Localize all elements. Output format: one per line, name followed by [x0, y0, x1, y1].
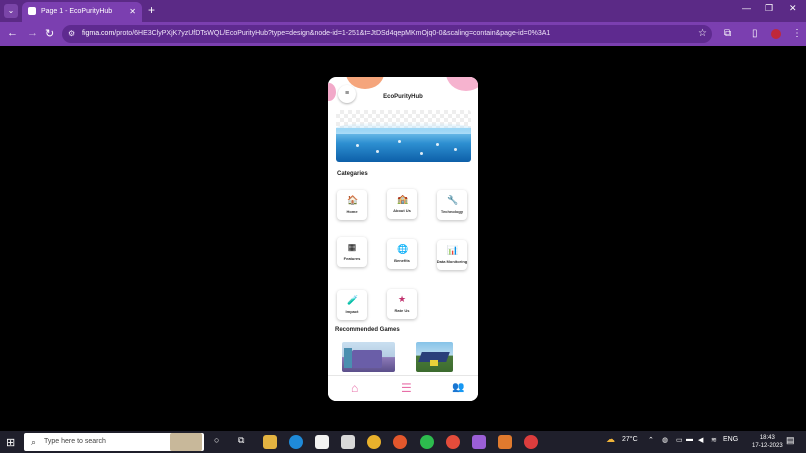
game-card-waste-truck[interactable] [342, 342, 395, 372]
category-label: Rate Us [394, 308, 410, 313]
wifi-icon[interactable]: ≋ [711, 436, 717, 444]
forward-button[interactable]: → [27, 27, 38, 39]
mail-icon[interactable] [341, 435, 355, 449]
side-panel-icon[interactable]: ▯ [752, 28, 758, 39]
categories-heading: Categaries [337, 171, 368, 177]
file-explorer-icon[interactable] [263, 435, 277, 449]
whatsapp-icon[interactable] [420, 435, 434, 449]
chrome-profile-icon[interactable] [446, 435, 460, 449]
category-about-us[interactable]: 🏫 About Us [387, 189, 417, 219]
category-label: About Us [393, 208, 411, 213]
globe-icon: 🌐 [397, 244, 409, 254]
school-icon: 🏫 [397, 194, 409, 204]
category-label: Benefits [394, 258, 410, 263]
category-label: Data Monitoring [436, 259, 468, 264]
volume-icon[interactable]: ◀ [698, 436, 703, 444]
temperature[interactable]: 27°C [622, 436, 638, 443]
kiosk-shape [430, 360, 438, 366]
category-features[interactable]: ▦ Features [337, 237, 367, 267]
category-label: Features [343, 256, 361, 261]
hero-water-image [336, 110, 471, 162]
restore-button[interactable]: ❐ [765, 3, 773, 14]
windows-start-icon[interactable]: ⊞ [6, 436, 15, 449]
bin-shape [344, 348, 352, 368]
home-nav-icon[interactable]: ⌂ [351, 381, 358, 395]
figma-favicon-icon [28, 7, 36, 16]
edge-icon[interactable] [289, 435, 303, 449]
category-data-monitoring[interactable]: 📊 Data Monitoring [437, 240, 467, 270]
category-label: Technology [440, 209, 464, 214]
category-benefits[interactable]: 🌐 Benefits [387, 239, 417, 269]
network-adapter-icon[interactable]: ▭ [676, 436, 683, 444]
language-indicator[interactable]: ENG [723, 436, 738, 443]
task-view-icon[interactable]: ⧉ [238, 435, 244, 446]
back-button[interactable]: ← [7, 27, 18, 39]
water-splash [336, 122, 471, 134]
clock-date: 17-12-2023 [752, 443, 783, 449]
taskbar-search-placeholder: Type here to search [44, 438, 106, 445]
chrome-menu-icon[interactable]: ⋮ [792, 28, 802, 39]
star-icon: ★ [397, 294, 407, 304]
tools-icon: 🔧 [447, 195, 459, 205]
category-label: Home [346, 209, 358, 214]
window-close-button[interactable]: ✕ [789, 3, 797, 14]
tab-title: Page 1 - EcoPurityHub [40, 8, 113, 15]
minimize-button[interactable]: — [742, 3, 751, 13]
bluetooth-icon[interactable]: ◍ [662, 436, 668, 444]
browser-tab[interactable]: Page 1 - EcoPurityHub ✕ [22, 2, 142, 22]
tab-close-icon[interactable]: ✕ [129, 2, 136, 22]
bottom-navigation: ⌂ ☰ 👥 [328, 375, 478, 401]
search-icon: ⌕ [31, 437, 37, 447]
search-highlight-image [170, 433, 202, 451]
grid-icon: ▦ [347, 242, 357, 252]
tray-chevron-icon[interactable]: ⌃ [648, 436, 654, 444]
users-nav-icon[interactable]: 👥 [452, 382, 464, 393]
clock-time: 18:43 [759, 435, 775, 441]
category-label: Impact [345, 309, 359, 314]
home-icon: 🏠 [347, 195, 359, 205]
new-tab-button[interactable]: + [148, 3, 155, 17]
battery-icon[interactable]: ▬ [686, 436, 693, 443]
prototype-phone-frame: ≡ EcoPurityHub Categaries 🏠 Home 🏫 About… [328, 77, 478, 401]
chart-icon: 📊 [447, 245, 459, 255]
media-app-icon[interactable] [472, 435, 486, 449]
address-bar[interactable]: ⚙ figma.com/proto/6HE3ClyPXjK7yzUfDTsWQL… [62, 25, 712, 43]
chrome-active-icon[interactable] [524, 435, 538, 449]
firefox-icon[interactable] [393, 435, 407, 449]
windows-taskbar: ⊞ ⌕ Type here to search ○ ⧉ ☁ 27°C ⌃ ◍ ▭… [0, 431, 806, 453]
tab-search-button[interactable]: ⌄ [4, 4, 18, 18]
decorative-blob [446, 77, 478, 91]
game-card-solar-farm[interactable] [416, 342, 453, 372]
menu-nav-icon[interactable]: ☰ [401, 381, 412, 395]
bookmark-star-icon[interactable]: ☆ [698, 28, 707, 39]
profile-avatar[interactable] [771, 29, 781, 39]
category-rate-us[interactable]: ★ Rate Us [387, 289, 417, 319]
category-technology[interactable]: 🔧 Technology [437, 190, 467, 220]
category-home[interactable]: 🏠 Home [337, 190, 367, 220]
system-clock[interactable]: 18:43 17-12-2023 [752, 434, 783, 450]
category-impact[interactable]: 🧪 Impact [337, 290, 367, 320]
url-path: /proto/6HE3ClyPXjK7yzUfDTsWQL/EcoPurityH… [114, 30, 551, 37]
cortana-icon[interactable]: ○ [214, 435, 219, 445]
site-info-icon[interactable]: ⚙ [68, 25, 75, 43]
extensions-icon[interactable]: ⧉ [724, 28, 731, 39]
app-title: EcoPurityHub [383, 94, 423, 100]
reload-button[interactable]: ↻ [45, 27, 54, 40]
truck-shape [352, 350, 382, 368]
url-domain: figma.com [82, 30, 115, 37]
chrome-icon[interactable] [367, 435, 381, 449]
flask-icon: 🧪 [347, 295, 359, 305]
store-icon[interactable] [315, 435, 329, 449]
browser-toolbar: ← → ↻ ⚙ figma.com/proto/6HE3ClyPXjK7yzUf… [0, 22, 806, 46]
weather-icon[interactable]: ☁ [606, 434, 615, 445]
java-icon[interactable] [498, 435, 512, 449]
browser-tab-strip: ⌄ Page 1 - EcoPurityHub ✕ + — ❐ ✕ [0, 0, 806, 22]
recommended-games-heading: Recommended Games [335, 327, 400, 333]
notifications-icon[interactable]: ▤ [786, 435, 795, 446]
